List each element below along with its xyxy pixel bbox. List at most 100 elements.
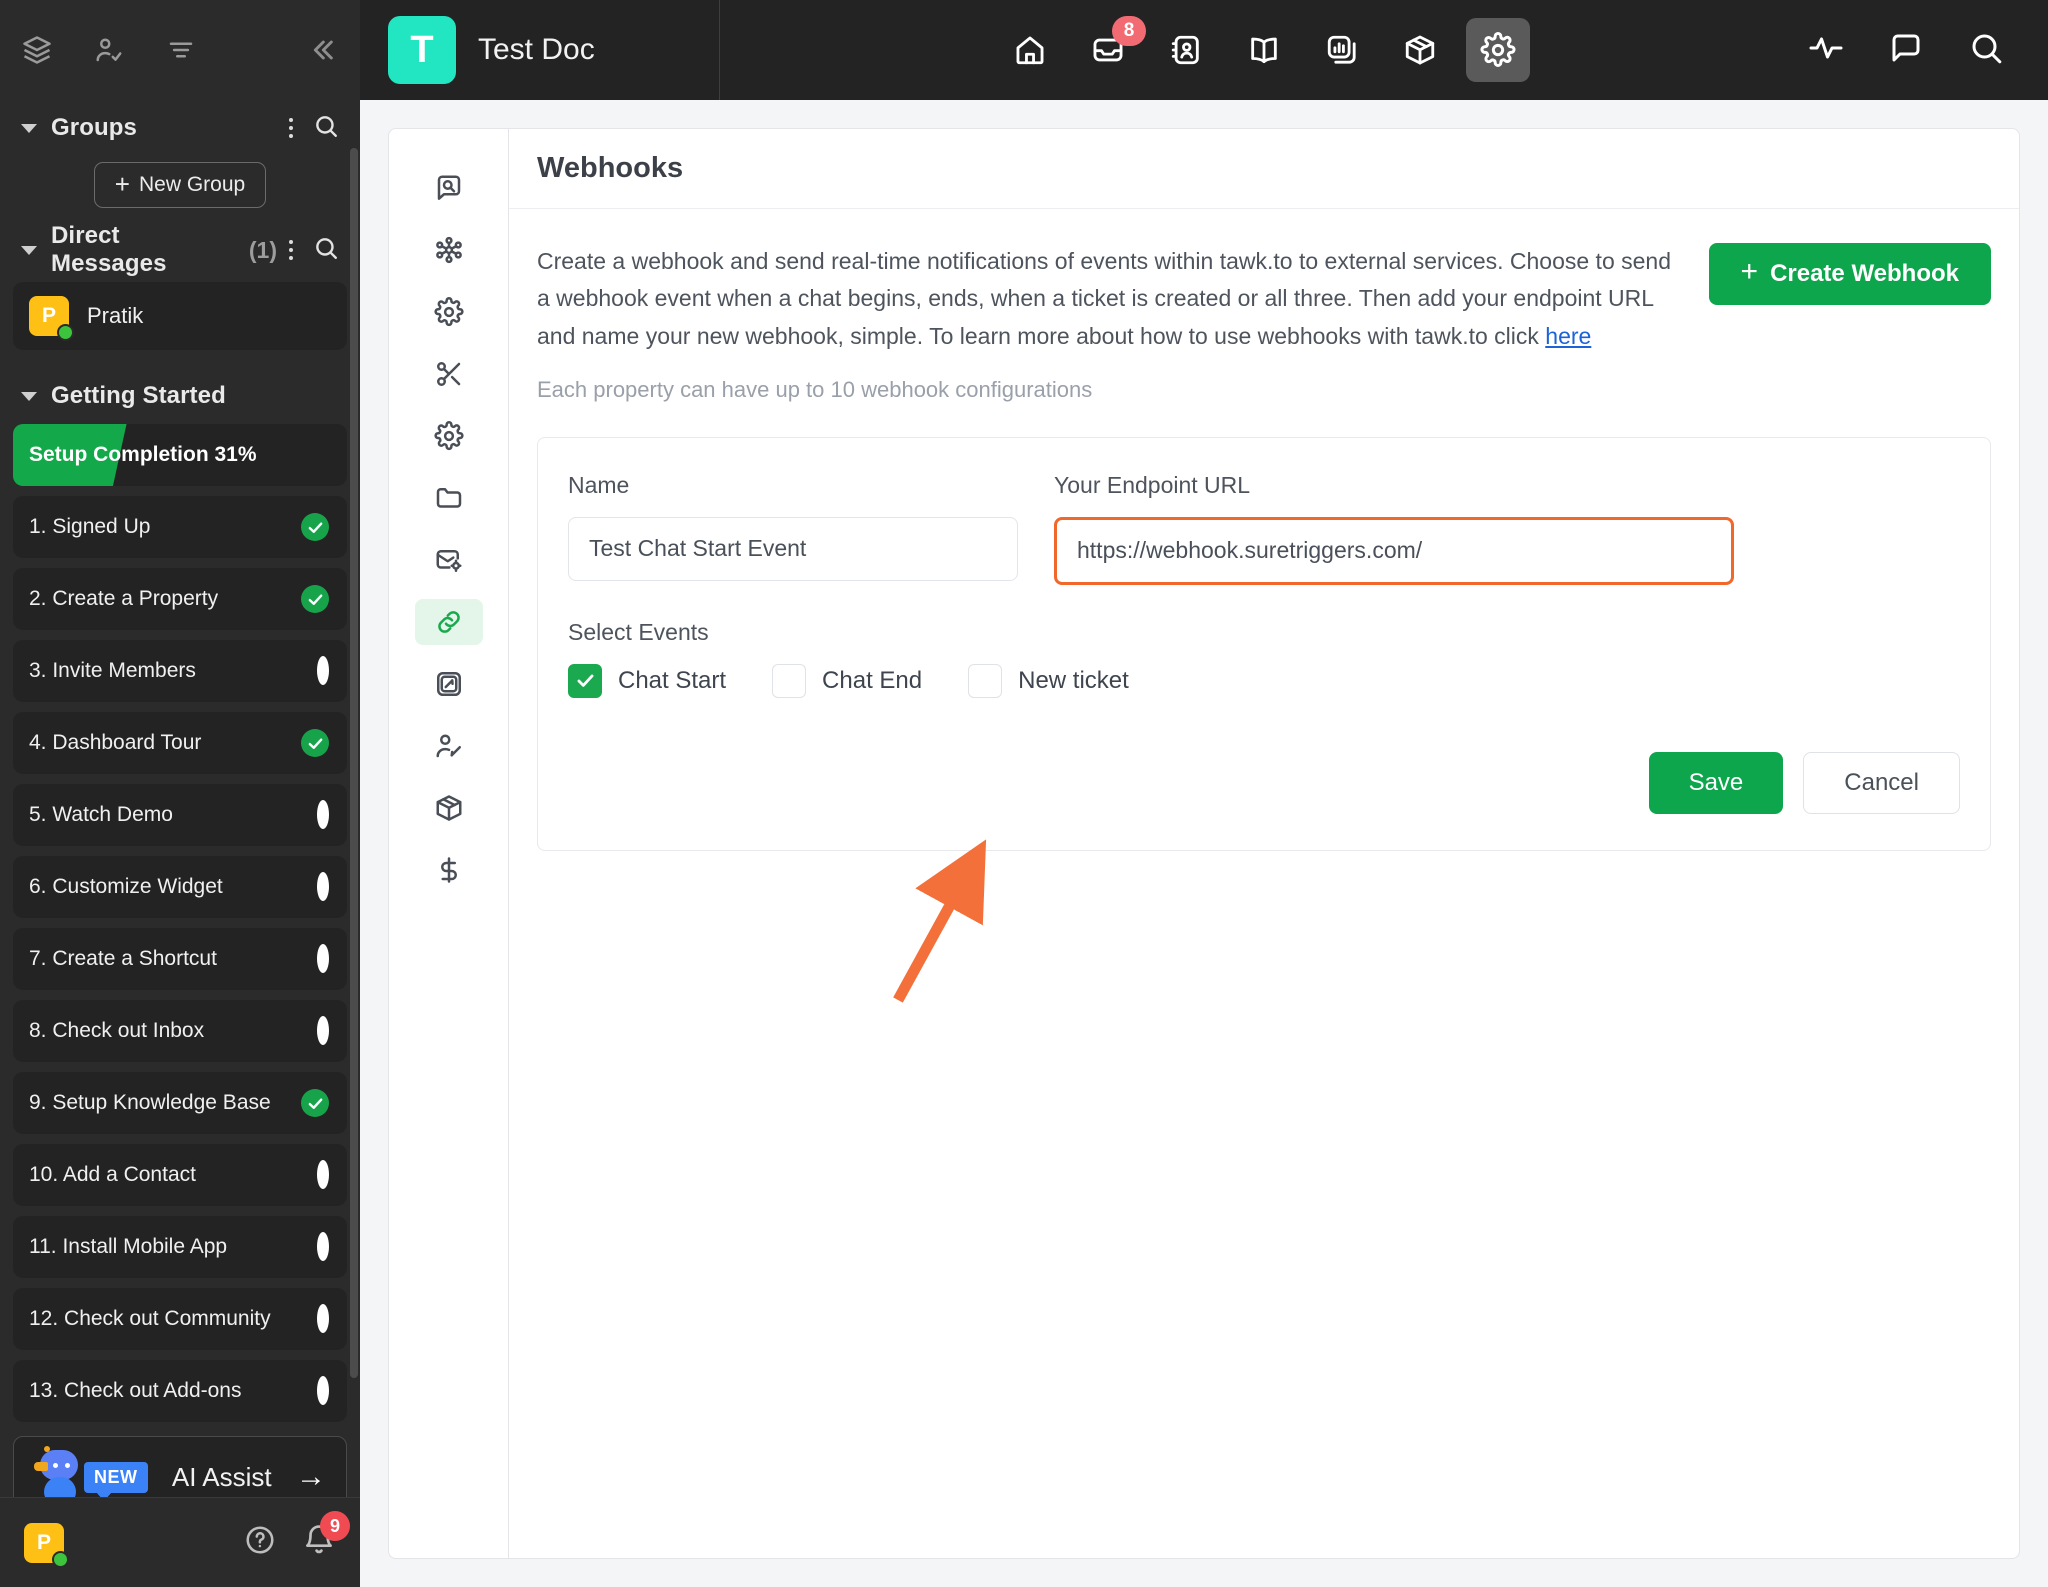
webhooks-panel: Webhooks Create a webhook and send real-… [508,128,2020,1559]
online-status-dot [57,324,74,341]
webhooks-link-icon[interactable] [414,599,483,645]
status-pending-icon [317,1232,329,1261]
name-input[interactable] [568,516,1018,581]
event-checkbox-chat-start[interactable]: Chat Start [568,663,727,698]
getting-started-item-label: 4. Dashboard Tour [29,731,202,754]
property-avatar: T [388,16,456,84]
caret-down-icon[interactable] [21,245,37,255]
user-avatar-initial: P [36,1530,51,1554]
left-sidebar: Groups + New Group Direct Messages (1) P… [0,0,360,1587]
sidebar-scrollbar[interactable] [350,148,358,1378]
status-check-icon [301,513,329,541]
groups-title: Groups [51,114,137,141]
caret-down-icon[interactable] [21,123,37,133]
nav-home-icon[interactable] [998,18,1062,82]
getting-started-item[interactable]: 4. Dashboard Tour [13,712,347,774]
online-status-dot [52,1550,69,1568]
getting-started-item[interactable]: 9. Setup Knowledge Base [13,1072,347,1134]
chat-settings-icon[interactable] [415,289,483,335]
event-checkbox-new-ticket[interactable]: New ticket [968,663,1129,698]
getting-started-item[interactable]: 6. Customize Widget [13,856,347,918]
caret-down-icon[interactable] [21,391,37,401]
getting-started-item[interactable]: 8. Check out Inbox [13,1000,347,1062]
monitoring-icon[interactable] [1808,30,1844,71]
sidebar-scroll-area: Groups + New Group Direct Messages (1) P… [0,100,360,1497]
help-circle-icon[interactable] [244,1524,276,1561]
user-check-icon[interactable] [94,35,124,65]
settings-icon-rail [388,128,508,1559]
getting-started-item[interactable]: 12. Check out Community [13,1288,347,1350]
chat-icon[interactable] [1888,30,1924,71]
avatar-initial: P [41,304,56,327]
notifications-bell[interactable]: 9 [302,1511,350,1562]
endpoint-url-label: Your Endpoint URL [1054,471,1251,498]
sidebar-section-groups[interactable]: Groups [13,100,347,156]
getting-started-item[interactable]: 10. Add a Contact [13,1144,347,1206]
setup-completion-progress[interactable]: Setup Completion 31% [13,424,347,486]
getting-started-item-label: 2. Create a Property [29,587,219,610]
name-field-group: Name [568,472,1018,585]
learn-more-link[interactable]: here [1545,323,1591,349]
cancel-button[interactable]: Cancel [1803,751,1960,814]
event-checkbox-label: Chat Start [618,666,727,694]
endpoint-url-field-group: Your Endpoint URL [1054,472,1734,585]
new-group-button[interactable]: + New Group [93,162,267,208]
checkbox-checked-icon[interactable] [568,663,602,698]
nav-settings-gear-icon[interactable] [1466,18,1530,82]
event-checkbox-chat-end[interactable]: Chat End [772,663,923,698]
mail-settings-icon[interactable] [415,537,483,583]
nav-inbox-icon[interactable]: 8 [1076,16,1146,82]
javascript-api-icon[interactable] [415,661,483,707]
getting-started-item[interactable]: 11. Install Mobile App [13,1216,347,1278]
getting-started-list: 1. Signed Up 2. Create a Property 3. Invit… [13,496,347,1422]
shortcuts-icon[interactable] [415,351,483,397]
webhook-limit-note: Each property can have up to 10 webhook … [537,376,1093,402]
status-pending-icon [317,1376,329,1405]
nav-addons-icon[interactable] [1388,18,1452,82]
select-events-label: Select Events [568,618,709,645]
getting-started-item[interactable]: 5. Watch Demo [13,784,347,846]
direct-messages-more-icon[interactable] [289,240,293,260]
layers-icon[interactable] [22,35,52,65]
settings-gear-icon[interactable] [415,413,483,459]
groups-more-icon[interactable] [289,118,293,138]
collapse-sidebar-icon[interactable] [306,34,338,66]
checkbox-unchecked-icon[interactable] [968,663,1003,698]
widget-icon[interactable] [415,227,483,273]
checkbox-unchecked-icon[interactable] [772,663,807,698]
getting-started-item[interactable]: 2. Create a Property [13,568,347,630]
nav-knowledge-base-icon[interactable] [1232,18,1296,82]
filter-icon[interactable] [166,35,196,65]
work-area: Webhooks Create a webhook and send real-… [360,100,2048,1587]
save-button[interactable]: Save [1648,751,1784,814]
search-icon[interactable] [1968,30,2004,71]
property-members-icon[interactable] [415,723,483,769]
getting-started-item[interactable]: 1. Signed Up [13,496,347,558]
panel-description: Create a webhook and send real-time noti… [537,243,1679,355]
getting-started-item-label: 10. Add a Contact [29,1163,196,1186]
brand[interactable]: T Test Doc [360,0,720,100]
direct-messages-search-icon[interactable] [313,235,339,266]
endpoint-url-input[interactable] [1054,516,1734,585]
nav-reports-icon[interactable] [1310,18,1374,82]
ai-assist-button[interactable]: NEW AI Assist → [13,1436,347,1497]
event-checkbox-label: New ticket [1018,666,1129,694]
getting-started-item[interactable]: 7. Create a Shortcut [13,928,347,990]
groups-search-icon[interactable] [313,113,339,144]
create-webhook-button[interactable]: + Create Webhook [1708,243,1991,305]
folder-icon[interactable] [415,475,483,521]
getting-started-item-label: 12. Check out Community [29,1307,271,1330]
billing-dollar-icon[interactable] [415,847,483,893]
list-item[interactable]: P Pratik [13,282,347,350]
sidebar-section-direct-messages[interactable]: Direct Messages (1) [13,222,347,278]
sidebar-section-getting-started[interactable]: Getting Started [13,368,347,424]
property-overview-icon[interactable] [415,165,483,211]
nav-contacts-icon[interactable] [1154,18,1218,82]
getting-started-item[interactable]: 13. Check out Add-ons [13,1360,347,1422]
getting-started-item[interactable]: 3. Invite Members [13,640,347,702]
event-checkbox-label: Chat End [822,666,923,694]
user-avatar[interactable]: P [24,1522,69,1568]
getting-started-item-label: 1. Signed Up [29,515,151,538]
events-checkbox-row: Chat Start Chat End New ticket [568,663,1960,698]
addons-box-icon[interactable] [415,785,483,831]
